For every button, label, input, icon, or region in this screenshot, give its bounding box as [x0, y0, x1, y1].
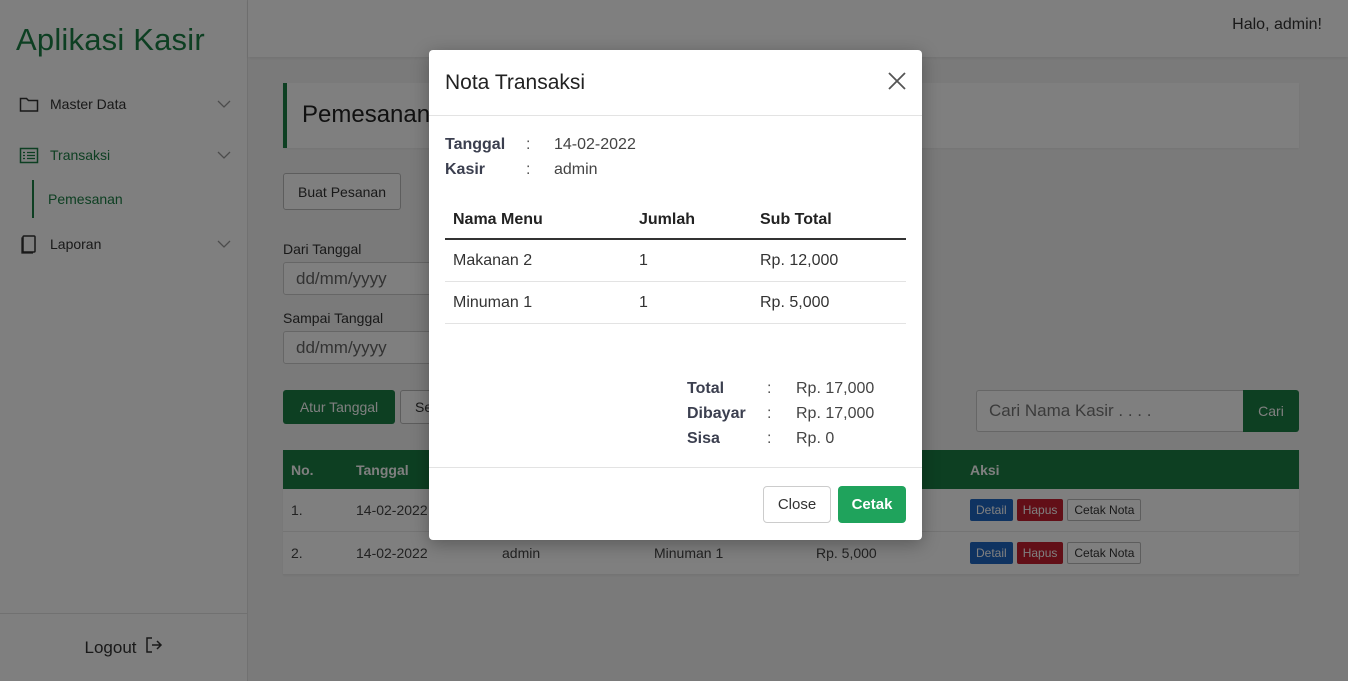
info-colon: : — [526, 161, 531, 178]
header-qty: Jumlah — [639, 211, 696, 228]
summary-key-remaining: Sisa — [687, 430, 720, 447]
info-value-tanggal: 14-02-2022 — [554, 136, 636, 153]
close-icon[interactable] — [887, 71, 907, 91]
close-button[interactable]: Close — [763, 486, 831, 523]
info-key-kasir: Kasir — [445, 161, 486, 178]
summary-key-total: Total — [687, 380, 725, 397]
item-qty: 1 — [639, 293, 648, 311]
item-qty: 1 — [639, 251, 648, 269]
summary-value-remaining: Rp. 0 — [796, 430, 835, 447]
summary-value-paid: Rp. 17,000 — [796, 405, 875, 422]
summary-colon: : — [767, 405, 772, 422]
item-menu: Minuman 1 — [453, 293, 533, 311]
info-colon: : — [526, 136, 531, 153]
info-key-tanggal: Tanggal — [445, 136, 506, 153]
header-menu: Nama Menu — [453, 211, 543, 228]
item-menu: Makanan 2 — [453, 251, 533, 269]
modal-title: Nota Transaksi — [445, 71, 586, 94]
item-subtotal: Rp. 12,000 — [760, 251, 839, 269]
info-value-kasir: admin — [554, 161, 598, 178]
summary-colon: : — [767, 430, 772, 447]
receipt-row: Minuman 1 1 Rp. 5,000 — [445, 282, 906, 324]
summary-key-paid: Dibayar — [687, 405, 746, 422]
receipt-table-header: Nama Menu Jumlah Sub Total — [445, 202, 906, 240]
receipt-modal: Nota Transaksi Tanggal : 14-02-2022 Kasi… — [429, 50, 922, 540]
header-subtotal: Sub Total — [760, 211, 832, 228]
print-button[interactable]: Cetak — [838, 486, 906, 523]
item-subtotal: Rp. 5,000 — [760, 293, 830, 311]
modal-header: Nota Transaksi — [429, 50, 922, 116]
receipt-items-table: Nama Menu Jumlah Sub Total Makanan 2 1 R… — [445, 202, 906, 324]
receipt-row: Makanan 2 1 Rp. 12,000 — [445, 240, 906, 282]
summary-value-total: Rp. 17,000 — [796, 380, 875, 397]
summary-colon: : — [767, 380, 772, 397]
modal-footer: Close Cetak — [429, 467, 922, 540]
